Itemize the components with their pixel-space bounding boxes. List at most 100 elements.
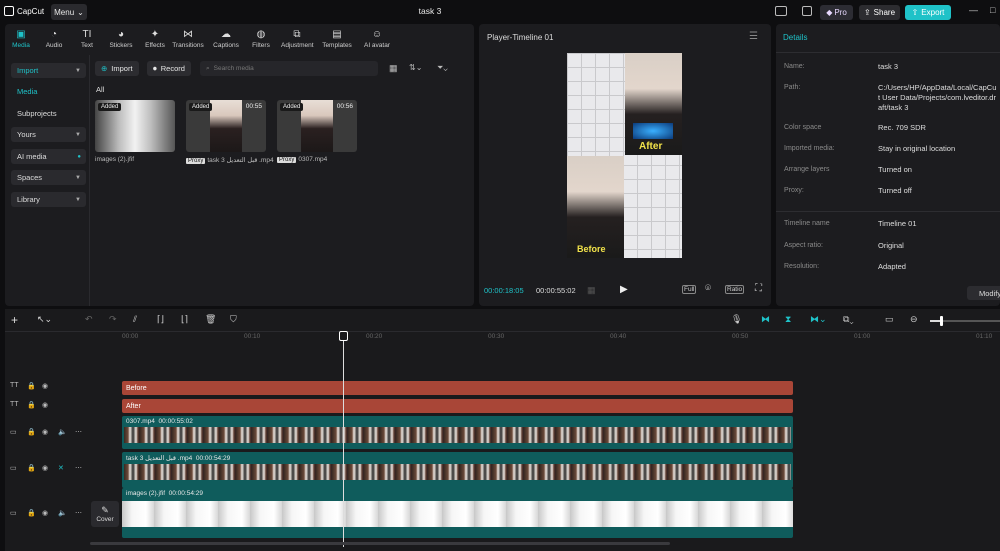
import-button[interactable]: ⊕ Import (95, 61, 139, 76)
video-clip[interactable]: images (2).jfif 00:00:54:29 (122, 488, 793, 538)
add-icon[interactable]: + (11, 313, 18, 327)
sidebar-item-subprojects[interactable]: Subprojects (11, 106, 86, 121)
media-item[interactable]: Added 00:56 Proxy 0307.mp4 (277, 100, 357, 163)
clip-duration: 00:00:54:29 (195, 455, 231, 462)
tab-stickers[interactable]: ◕ Stickers (105, 29, 137, 49)
lock-icon[interactable]: 🔒 (27, 428, 36, 436)
clip-label: images (2).jfif 00:00:54:29 (122, 488, 793, 499)
maximize-icon[interactable]: □ (990, 5, 995, 15)
preview-axis-icon[interactable]: ⧉⌄ (843, 314, 854, 325)
redo-icon[interactable]: ↷ (109, 314, 117, 325)
text-clip[interactable]: After (122, 399, 793, 413)
microphone-icon[interactable]: 🎙 (731, 314, 742, 325)
menu-button[interactable]: Menu ⌄ (51, 4, 87, 20)
tab-label: Captions (213, 42, 239, 49)
tab-transitions[interactable]: ⋈ Transitions (172, 29, 204, 49)
lock-icon[interactable]: 🔒 (27, 401, 36, 409)
zoom-out-icon[interactable]: ⊖ (910, 314, 918, 325)
horizontal-scrollbar[interactable] (90, 542, 670, 545)
sidebar-item-import[interactable]: Import ▼ (11, 63, 86, 78)
fullscreen-icon[interactable]: ⛶ (755, 283, 762, 294)
playhead[interactable] (343, 333, 344, 547)
filter-icon[interactable]: ⏷⌄ (437, 63, 448, 73)
full-button[interactable]: Full (682, 285, 697, 294)
time-ruler[interactable]: 00:00 00:10 00:20 00:30 00:40 00:50 01:00 01:10 (122, 331, 1000, 345)
tab-effects[interactable]: ✦ Effects (139, 29, 171, 49)
menu-label: Menu (54, 7, 75, 17)
detail-label: Aspect ratio: (784, 242, 823, 249)
ruler-tick: 00:00 (122, 333, 139, 340)
share-button[interactable]: ⇪ Share (859, 5, 900, 20)
sidebar-item-media[interactable]: Media (11, 84, 86, 99)
select-cursor-icon[interactable]: ↖⌄ (37, 314, 52, 325)
more-icon[interactable]: ⋯ (75, 428, 82, 436)
layout-icon[interactable] (775, 6, 787, 16)
pro-button[interactable]: ◆ Pro (820, 5, 853, 20)
speaker-icon[interactable]: 🔈 (58, 428, 67, 436)
link-icon[interactable]: ⧓ (761, 314, 770, 325)
grid-view-icon[interactable]: ▦ (389, 63, 398, 74)
more-icon[interactable]: ⋯ (75, 509, 82, 517)
app-name: CapCut (17, 6, 45, 16)
filter-all[interactable]: All (96, 85, 104, 94)
tab-label: Filters (252, 42, 270, 49)
text-clip[interactable]: Before (122, 381, 793, 395)
play-icon[interactable]: ▶ (620, 284, 628, 295)
eye-icon[interactable]: ◉ (42, 509, 48, 517)
video-clip[interactable]: 0307.mp4 00:00:55:02 (122, 416, 793, 449)
sidebar-item-yours[interactable]: Yours ▼ (11, 127, 86, 142)
zoom-slider-handle[interactable] (940, 316, 943, 326)
sidebar-item-library[interactable]: Library ▼ (11, 192, 86, 207)
tab-adjustment[interactable]: ⧉ Adjustment (281, 29, 314, 49)
keyboard-icon[interactable] (802, 6, 812, 16)
speaker-icon[interactable]: 🔈 (58, 509, 67, 517)
eye-icon[interactable]: ◉ (42, 382, 48, 390)
eye-icon[interactable]: ◉ (42, 401, 48, 409)
lock-icon[interactable]: 🔒 (27, 509, 36, 517)
timecode-grid-icon[interactable]: ▦ (587, 285, 596, 296)
delete-icon[interactable]: 🗑 (205, 314, 216, 325)
snap-icon[interactable]: ⧓⌄ (810, 314, 827, 325)
sort-icon[interactable]: ⇅⌄ (409, 63, 422, 72)
zoom-slider[interactable] (930, 316, 1000, 326)
more-icon[interactable]: ⋯ (75, 464, 82, 472)
media-item[interactable]: Added 00:55 Proxy task 3 قبل التعديل .mp4 (186, 100, 274, 164)
tab-filters[interactable]: ◍ Filters (245, 29, 277, 49)
tab-captions[interactable]: ☁ Captions (210, 29, 242, 49)
tab-text[interactable]: TI Text (71, 29, 103, 49)
tab-media[interactable]: ▣ Media (5, 29, 37, 49)
media-item[interactable]: Added images (2).jfif (95, 100, 175, 163)
eye-icon[interactable]: ◉ (42, 428, 48, 436)
trim-right-icon[interactable]: ⌊⌉ (181, 314, 188, 325)
lock-icon[interactable]: 🔒 (27, 464, 36, 472)
sidebar-item-spaces[interactable]: Spaces ▼ (11, 170, 86, 185)
trim-left-icon[interactable]: ⌈⌋ (157, 314, 164, 325)
magnet-icon[interactable]: ⧗ (785, 314, 791, 325)
cover-button[interactable]: ✎ Cover (91, 501, 119, 527)
fit-icon[interactable]: ⌾ (705, 283, 711, 294)
lock-icon[interactable]: 🔒 (27, 382, 36, 390)
playhead-handle[interactable] (339, 331, 348, 341)
muted-speaker-icon[interactable]: ✕ (58, 464, 64, 472)
export-button[interactable]: ⇧ Export (905, 5, 951, 20)
proxy-badge: Proxy (277, 157, 297, 163)
tab-ai-avatar[interactable]: ☺ AI avatar (361, 29, 393, 49)
search-input[interactable]: ⌕ Search media (200, 61, 378, 76)
eye-icon[interactable]: ◉ (42, 464, 48, 472)
undo-icon[interactable]: ↶ (85, 314, 93, 325)
minimize-icon[interactable]: — (969, 5, 978, 15)
before-frame: Before (567, 156, 624, 258)
added-badge: Added (280, 103, 304, 111)
tab-audio[interactable]: ◔ Audio (38, 29, 70, 49)
record-button[interactable]: ⏺ Record (147, 61, 191, 76)
split-icon[interactable]: ⫽ (133, 314, 137, 325)
shield-icon[interactable]: ⛉ (230, 314, 237, 325)
proxy-badge: Proxy (186, 158, 206, 164)
ratio-button[interactable]: Ratio (725, 285, 745, 294)
menu-lines-icon[interactable]: ☰ (749, 31, 758, 42)
modify-button[interactable]: Modify (967, 286, 1000, 300)
tab-templates[interactable]: ▤ Templates (321, 29, 353, 49)
screen-icon[interactable]: ▭ (885, 314, 894, 325)
sidebar-item-ai-media[interactable]: AI media ● (11, 149, 86, 164)
video-clip[interactable]: task 3 قبل التعديل .mp4 00:00:54:29 (122, 452, 793, 488)
